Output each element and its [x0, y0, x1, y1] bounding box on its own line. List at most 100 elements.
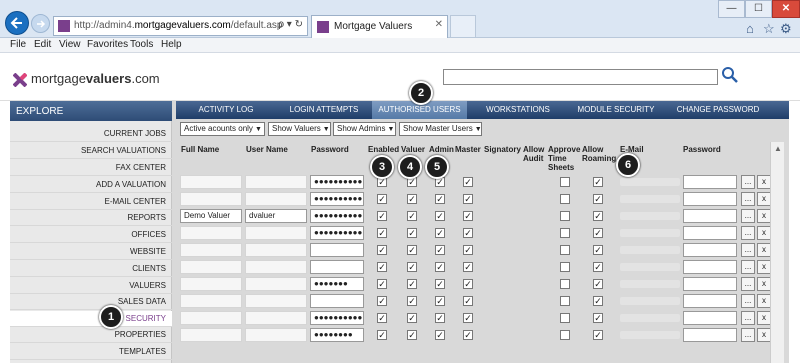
site-logo[interactable]: mortgagevaluers.com [31, 71, 160, 86]
master-checkbox[interactable]: ✓ [463, 194, 473, 204]
valuer-checkbox[interactable]: ✓ [407, 330, 417, 340]
sidebar-item-valuers[interactable]: VALUERS [10, 278, 172, 294]
sidebar-item-website[interactable]: WEBSITE [10, 244, 172, 260]
site-search-input[interactable] [443, 69, 718, 85]
user-name-field[interactable] [245, 328, 307, 342]
valuer-checkbox[interactable]: ✓ [407, 245, 417, 255]
more-button[interactable]: ... [741, 260, 755, 274]
approve-time-sheets-checkbox[interactable] [560, 228, 570, 238]
delete-button[interactable]: x [757, 260, 771, 274]
tab-login-attempts[interactable]: LOGIN ATTEMPTS [276, 101, 372, 119]
password-field[interactable]: ●●●●●●●●●● [310, 209, 364, 223]
enabled-checkbox[interactable]: ✓ [377, 330, 387, 340]
delete-button[interactable]: x [757, 175, 771, 189]
enabled-checkbox[interactable]: ✓ [377, 296, 387, 306]
master-checkbox[interactable]: ✓ [463, 313, 473, 323]
tab-module-security[interactable]: MODULE SECURITY [566, 101, 666, 119]
master-checkbox[interactable]: ✓ [463, 228, 473, 238]
password-2-field[interactable] [683, 192, 737, 206]
enabled-checkbox[interactable]: ✓ [377, 262, 387, 272]
allow-roaming-checkbox[interactable]: ✓ [593, 330, 603, 340]
full-name-field[interactable] [180, 311, 242, 325]
more-button[interactable]: ... [741, 277, 755, 291]
filter-active-accounts-select[interactable]: Active acounts only ▼ [180, 122, 265, 136]
master-checkbox[interactable]: ✓ [463, 279, 473, 289]
address-tools[interactable]: ρ ▾ ↻ [278, 19, 303, 30]
admin-checkbox[interactable]: ✓ [435, 262, 445, 272]
menu-help[interactable]: Help [161, 39, 182, 50]
valuer-checkbox[interactable]: ✓ [407, 194, 417, 204]
master-checkbox[interactable]: ✓ [463, 296, 473, 306]
user-name-field[interactable] [245, 226, 307, 240]
password-2-field[interactable] [683, 328, 737, 342]
full-name-field[interactable] [180, 226, 242, 240]
delete-button[interactable]: x [757, 243, 771, 257]
admin-checkbox[interactable]: ✓ [435, 330, 445, 340]
password-2-field[interactable] [683, 311, 737, 325]
delete-button[interactable]: x [757, 311, 771, 325]
more-button[interactable]: ... [741, 311, 755, 325]
sidebar-item-reports[interactable]: REPORTS [10, 210, 172, 226]
password-field[interactable]: ●●●●●●●●●● [310, 192, 364, 206]
enabled-checkbox[interactable]: ✓ [377, 245, 387, 255]
new-tab-button[interactable] [450, 15, 476, 38]
menu-tools[interactable]: Tools [130, 39, 153, 50]
full-name-field[interactable] [180, 175, 242, 189]
admin-checkbox[interactable]: ✓ [435, 211, 445, 221]
sidebar-item-search-valuations[interactable]: SEARCH VALUATIONS [10, 143, 172, 159]
password-field[interactable] [310, 294, 364, 308]
more-button[interactable]: ... [741, 175, 755, 189]
search-icon[interactable] [721, 66, 739, 84]
full-name-field[interactable]: Demo Valuer [180, 209, 242, 223]
master-checkbox[interactable]: ✓ [463, 330, 473, 340]
enabled-checkbox[interactable]: ✓ [377, 279, 387, 289]
user-name-field[interactable] [245, 277, 307, 291]
menu-view[interactable]: View [59, 39, 81, 50]
sidebar-item-email-center[interactable]: E-MAIL CENTER [10, 194, 172, 210]
menu-edit[interactable]: Edit [34, 39, 51, 50]
full-name-field[interactable] [180, 328, 242, 342]
sidebar-item-clients[interactable]: CLIENTS [10, 261, 172, 277]
menu-favorites[interactable]: Favorites [87, 39, 128, 50]
full-name-field[interactable] [180, 192, 242, 206]
more-button[interactable]: ... [741, 226, 755, 240]
password-field[interactable]: ●●●●●●●●●● [310, 311, 364, 325]
password-field[interactable]: ●●●●●●●●●● [310, 175, 364, 189]
favorites-star-icon[interactable]: ☆ [763, 21, 775, 37]
enabled-checkbox[interactable]: ✓ [377, 313, 387, 323]
allow-roaming-checkbox[interactable]: ✓ [593, 262, 603, 272]
more-button[interactable]: ... [741, 192, 755, 206]
scrollbar[interactable]: ▲ [770, 142, 784, 363]
back-button[interactable] [5, 11, 29, 35]
valuer-checkbox[interactable]: ✓ [407, 279, 417, 289]
password-field[interactable] [310, 260, 364, 274]
full-name-field[interactable] [180, 243, 242, 257]
approve-time-sheets-checkbox[interactable] [560, 296, 570, 306]
password-field[interactable]: ●●●●●●●● [310, 328, 364, 342]
allow-roaming-checkbox[interactable]: ✓ [593, 211, 603, 221]
password-2-field[interactable] [683, 175, 737, 189]
master-checkbox[interactable]: ✓ [463, 245, 473, 255]
approve-time-sheets-checkbox[interactable] [560, 211, 570, 221]
enabled-checkbox[interactable]: ✓ [377, 228, 387, 238]
password-2-field[interactable] [683, 294, 737, 308]
sidebar-item-fax-center[interactable]: FAX CENTER [10, 160, 172, 176]
user-name-field[interactable] [245, 311, 307, 325]
more-button[interactable]: ... [741, 328, 755, 342]
user-name-field[interactable] [245, 243, 307, 257]
filter-master-users-select[interactable]: Show Master Users ▼ [399, 122, 482, 136]
user-name-field[interactable] [245, 294, 307, 308]
filter-admins-select[interactable]: Show Admins ▼ [333, 122, 396, 136]
menu-file[interactable]: File [10, 39, 26, 50]
user-name-field[interactable] [245, 192, 307, 206]
tab-change-password[interactable]: CHANGE PASSWORD [668, 101, 768, 119]
allow-roaming-checkbox[interactable]: ✓ [593, 245, 603, 255]
delete-button[interactable]: x [757, 192, 771, 206]
delete-button[interactable]: x [757, 226, 771, 240]
tab-workstations[interactable]: WORKSTATIONS [476, 101, 560, 119]
minimize-button[interactable]: — [718, 0, 745, 18]
admin-checkbox[interactable]: ✓ [435, 279, 445, 289]
valuer-checkbox[interactable]: ✓ [407, 262, 417, 272]
sidebar-item-security[interactable]: SECURITY [10, 311, 172, 327]
password-field[interactable] [310, 243, 364, 257]
